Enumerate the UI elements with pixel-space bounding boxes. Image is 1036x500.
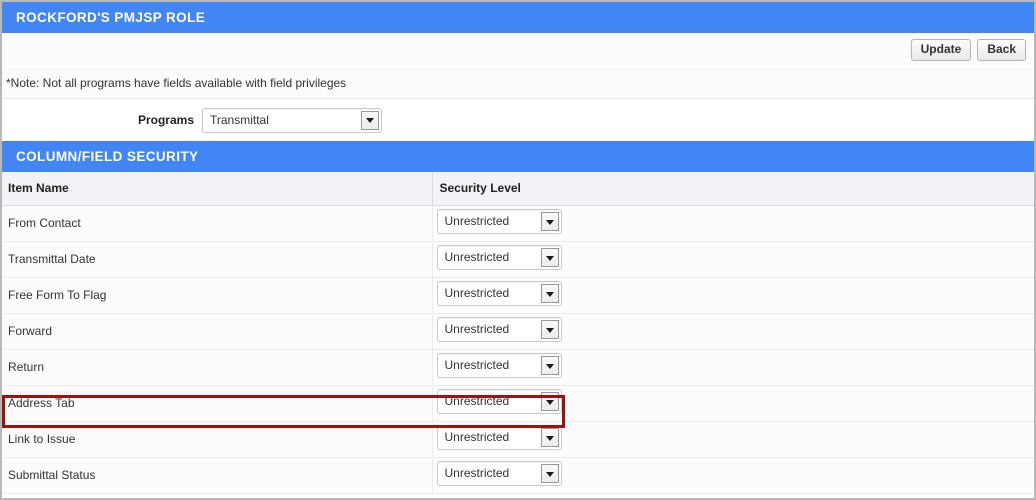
programs-select[interactable]: Transmittal xyxy=(202,107,382,133)
table-row: Return Unrestricted xyxy=(2,349,1034,386)
security-level-select[interactable]: Unrestricted xyxy=(436,317,562,342)
cell-item-name: Transmittal Date xyxy=(2,241,433,278)
chevron-down-icon[interactable] xyxy=(540,464,559,483)
security-level-select-value: Unrestricted xyxy=(444,430,510,444)
table-row: Forward Unrestricted xyxy=(2,313,1034,350)
security-level-select-value: Unrestricted xyxy=(444,358,510,372)
security-level-select[interactable]: Unrestricted xyxy=(436,209,562,234)
toolbar-button-group: Update Back xyxy=(910,39,1026,61)
cell-security-level: Unrestricted xyxy=(432,313,1034,350)
table-header-row: Item Name Security Level xyxy=(2,172,1034,206)
chevron-down-icon[interactable] xyxy=(361,110,379,130)
cell-item-name: Submittal Status xyxy=(2,457,433,494)
table-row: Address Tab Unrestricted xyxy=(2,385,1034,422)
page-container: ROCKFORD'S PMJSP ROLE Update Back *Note:… xyxy=(0,0,1036,500)
cell-item-name: Return xyxy=(2,349,433,386)
cell-security-level: Unrestricted xyxy=(432,457,1034,494)
security-level-select-value: Unrestricted xyxy=(444,286,510,300)
security-level-select-value: Unrestricted xyxy=(444,250,510,264)
cell-item-name: Forward xyxy=(2,313,433,350)
column-header-item-name: Item Name xyxy=(2,172,433,206)
toolbar: Update Back xyxy=(2,33,1034,67)
chevron-down-icon[interactable] xyxy=(540,428,559,447)
chevron-down-icon[interactable] xyxy=(540,356,559,375)
cell-security-level: Unrestricted xyxy=(432,349,1034,386)
cell-security-level: Unrestricted xyxy=(432,421,1034,458)
cell-security-level: Unrestricted xyxy=(432,277,1034,314)
security-level-select-value: Unrestricted xyxy=(444,394,510,408)
security-level-select[interactable]: Unrestricted xyxy=(436,281,562,306)
cell-item-name: Free Form To Flag xyxy=(2,277,433,314)
security-table: Item Name Security Level From Contact Unr… xyxy=(2,172,1034,494)
security-section-bar: COLUMN/FIELD SECURITY xyxy=(2,141,1034,172)
cell-security-level: Unrestricted xyxy=(432,385,1034,422)
cell-security-level: Unrestricted xyxy=(432,241,1034,278)
table-row: From Contact Unrestricted xyxy=(2,205,1034,242)
chevron-down-icon[interactable] xyxy=(540,212,559,231)
security-level-select-value: Unrestricted xyxy=(444,214,510,228)
programs-select-value: Transmittal xyxy=(210,112,269,127)
chevron-down-icon[interactable] xyxy=(540,284,559,303)
table-row: Submittal Status Unrestricted xyxy=(2,457,1034,494)
cell-item-name: From Contact xyxy=(2,205,433,242)
note-row: *Note: Not all programs have fields avai… xyxy=(2,67,1034,99)
table-row: Transmittal Date Unrestricted xyxy=(2,241,1034,278)
security-level-select[interactable]: Unrestricted xyxy=(436,461,562,486)
security-section-title: COLUMN/FIELD SECURITY xyxy=(16,149,199,164)
security-level-select[interactable]: Unrestricted xyxy=(436,425,562,450)
programs-row: Programs Transmittal xyxy=(2,99,1034,141)
column-header-security-level: Security Level xyxy=(432,172,1034,206)
security-table-head: Item Name Security Level xyxy=(2,172,1034,206)
cell-security-level: Unrestricted xyxy=(432,205,1034,242)
chevron-down-icon[interactable] xyxy=(540,248,559,267)
security-level-select-value: Unrestricted xyxy=(444,466,510,480)
page-title: ROCKFORD'S PMJSP ROLE xyxy=(16,10,206,25)
back-button[interactable]: Back xyxy=(977,39,1026,61)
security-level-select-value: Unrestricted xyxy=(444,322,510,336)
note-text: *Note: Not all programs have fields avai… xyxy=(6,75,347,90)
cell-item-name: Address Tab xyxy=(2,385,433,422)
chevron-down-icon[interactable] xyxy=(540,320,559,339)
security-level-select[interactable]: Unrestricted xyxy=(436,389,562,414)
page-title-bar: ROCKFORD'S PMJSP ROLE xyxy=(2,2,1034,33)
security-level-select[interactable]: Unrestricted xyxy=(436,353,562,378)
chevron-down-icon[interactable] xyxy=(540,392,559,411)
table-row: Free Form To Flag Unrestricted xyxy=(2,277,1034,314)
update-button[interactable]: Update xyxy=(910,39,972,61)
security-level-select[interactable]: Unrestricted xyxy=(436,245,562,270)
cell-item-name: Link to Issue xyxy=(2,421,433,458)
security-table-body: From Contact Unrestricted Transmittal Date… xyxy=(2,205,1034,494)
table-row: Link to Issue Unrestricted xyxy=(2,421,1034,458)
programs-label: Programs xyxy=(137,113,194,127)
